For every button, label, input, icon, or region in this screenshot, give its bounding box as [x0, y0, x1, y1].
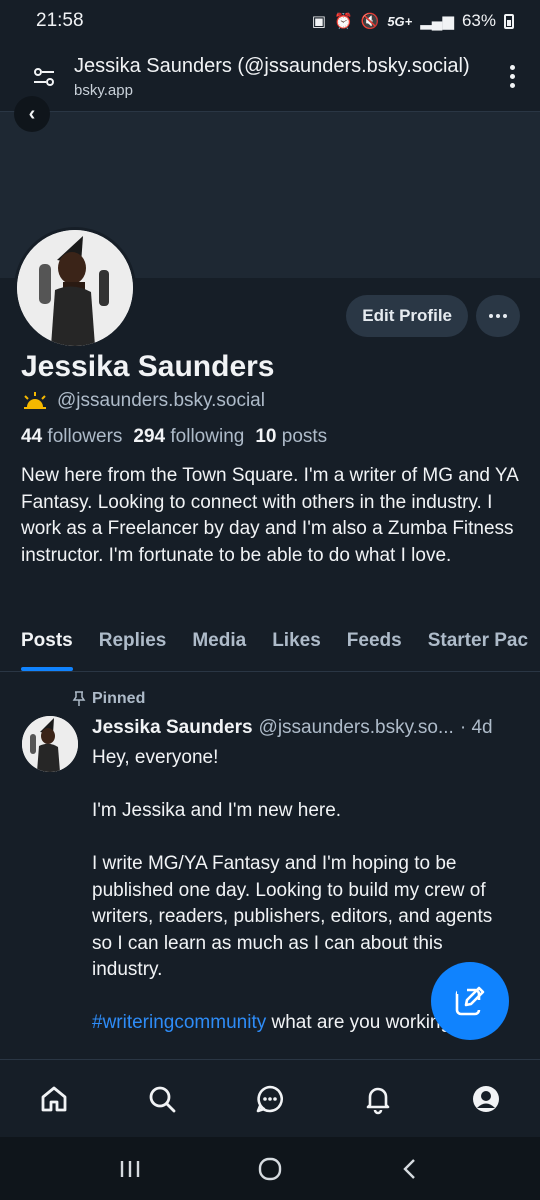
recents-button[interactable] [100, 1144, 160, 1194]
status-time: 21:58 [36, 10, 84, 31]
system-back-button[interactable] [380, 1144, 440, 1194]
tab-starter-packs[interactable]: Starter Pac [415, 612, 540, 671]
following-stat[interactable]: 294 following [133, 426, 244, 448]
browser-url-bar: Jessika Saunders (@jssaunders.bsky.socia… [0, 42, 540, 112]
avatar-photo [17, 230, 133, 346]
tab-feeds[interactable]: Feeds [334, 612, 415, 671]
signal-icon: ▂▄▆ [420, 12, 454, 30]
tab-likes[interactable]: Likes [259, 612, 334, 671]
profile-name: Jessika Saunders [21, 350, 275, 383]
profile-icon [473, 1085, 499, 1112]
alarm-icon: ⏰ [333, 12, 353, 30]
post-paragraph: I write MG/YA Fantasy and I'm hoping to … [92, 853, 493, 980]
pinned-label: Pinned [92, 690, 146, 707]
chevron-left-icon: ‹ [28, 102, 36, 125]
status-bar: 21:58 ▣ ⏰ 🔇 5G+ ▂▄▆ 63% [0, 0, 540, 42]
bottom-navigation [0, 1059, 540, 1137]
pin-icon [72, 691, 86, 706]
compose-icon [455, 986, 485, 1016]
battery-percent: 63% [461, 11, 496, 30]
tab-posts[interactable]: Posts [0, 612, 86, 671]
tab-media[interactable]: Media [179, 612, 259, 671]
post-avatar[interactable] [22, 716, 78, 772]
url-text[interactable]: Jessika Saunders (@jssaunders.bsky.socia… [74, 55, 492, 99]
nav-profile[interactable] [456, 1069, 516, 1129]
sunrise-icon [21, 391, 49, 411]
status-icons: ▣ ⏰ 🔇 5G+ ▂▄▆ 63% [312, 11, 514, 31]
profile-bio: New here from the Town Square. I'm a wri… [21, 465, 518, 566]
post-timestamp[interactable]: · 4d [460, 717, 493, 739]
recents-icon [120, 1160, 140, 1177]
profile-actions: Edit Profile [346, 295, 520, 337]
followers-stat[interactable]: 44 followers [21, 426, 122, 448]
mute-icon: 🔇 [360, 12, 380, 30]
post-header: Jessika Saunders @jssaunders.bsky.so... … [92, 717, 522, 739]
page-domain: bsky.app [74, 81, 133, 99]
tab-replies[interactable]: Replies [86, 612, 180, 671]
search-icon [149, 1086, 176, 1112]
hashtag-link[interactable]: #writeringcommunity [92, 1012, 266, 1033]
site-settings-icon[interactable] [28, 61, 60, 93]
ellipsis-icon [489, 314, 493, 318]
profile-handle: @jssaunders.bsky.social [57, 390, 265, 411]
system-navigation [0, 1137, 540, 1200]
pinned-indicator: Pinned [72, 690, 145, 708]
edit-profile-button[interactable]: Edit Profile [346, 295, 468, 337]
nfc-icon: ▣ [311, 12, 326, 30]
nav-search[interactable] [132, 1069, 192, 1129]
battery-icon [504, 13, 514, 29]
nav-notifications[interactable] [348, 1069, 408, 1129]
compose-button[interactable] [431, 962, 509, 1040]
posts-stat: 10 posts [255, 426, 328, 447]
nav-home[interactable] [24, 1069, 84, 1129]
system-home-button[interactable] [240, 1144, 300, 1194]
page-title: Jessika Saunders (@jssaunders.bsky.socia… [74, 54, 470, 77]
post-author-name[interactable]: Jessika Saunders [92, 717, 253, 739]
post-author-handle[interactable]: @jssaunders.bsky.so... [259, 717, 454, 739]
profile-more-button[interactable] [476, 295, 520, 337]
profile-stats: 44 followers 294 following 10 posts [21, 426, 327, 448]
network-label: 5G+ [387, 13, 413, 29]
profile-tabs: Posts Replies Media Likes Feeds Starter … [0, 612, 540, 672]
chat-icon [256, 1085, 283, 1112]
home-icon [41, 1086, 67, 1111]
post-paragraph: I'm Jessika and I'm new here. [92, 800, 342, 821]
profile-avatar[interactable] [14, 227, 136, 349]
home-circle-icon [258, 1157, 282, 1180]
nav-chat[interactable] [240, 1069, 300, 1129]
bell-icon [366, 1087, 390, 1114]
back-button[interactable]: ‹ [14, 96, 50, 132]
profile-handle-row: @jssaunders.bsky.social [21, 390, 265, 412]
post-paragraph: Hey, everyone! [92, 747, 219, 768]
browser-menu-icon[interactable] [492, 57, 532, 97]
back-chevron-icon [403, 1158, 415, 1179]
